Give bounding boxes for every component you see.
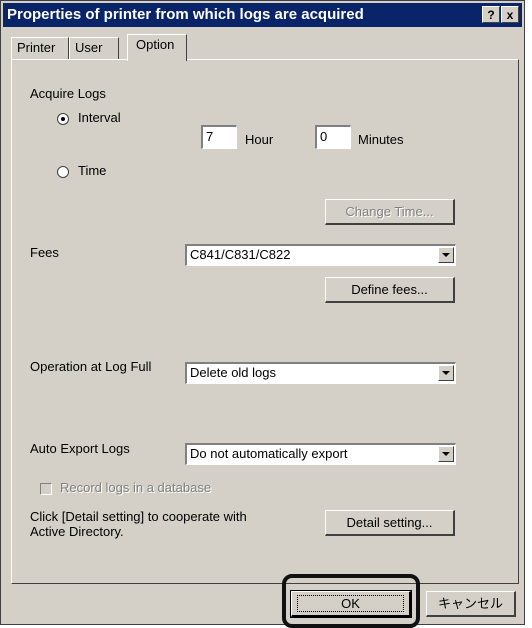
active-directory-line1: Click [Detail setting] to cooperate with [30, 509, 247, 524]
database-checkbox[interactable] [40, 483, 52, 495]
minutes-label: Minutes [358, 132, 404, 147]
close-icon: x [506, 8, 514, 22]
detail-setting-button[interactable]: Detail setting... [325, 510, 455, 536]
active-directory-line2: Active Directory. [30, 524, 124, 539]
tab-user[interactable]: User [69, 37, 119, 59]
hour-input[interactable]: 7 [201, 125, 237, 149]
window-title: Properties of printer from which logs ar… [7, 6, 364, 23]
tab-option-label: Option [136, 37, 175, 52]
title-bar[interactable]: Properties of printer from which logs ar… [3, 3, 522, 27]
interval-radio[interactable] [57, 113, 69, 125]
database-label: Record logs in a database [60, 480, 212, 495]
auto-export-label: Auto Export Logs [30, 441, 130, 456]
properties-dialog: Properties of printer from which logs ar… [0, 0, 525, 625]
tab-user-label: User [75, 40, 103, 55]
log-full-label: Operation at Log Full [30, 359, 152, 374]
time-label[interactable]: Time [78, 163, 106, 178]
tab-option[interactable]: Option [127, 34, 187, 61]
fees-select[interactable]: C841/C831/C822 [185, 244, 456, 266]
auto-export-selected-value: Do not automatically export [190, 446, 348, 461]
interval-label[interactable]: Interval [78, 110, 121, 125]
ok-highlight-frame [282, 574, 420, 628]
chevron-down-icon[interactable] [438, 365, 454, 381]
cancel-button[interactable]: キャンセル [426, 591, 516, 617]
fees-label: Fees [30, 245, 59, 260]
close-button[interactable]: x [501, 6, 519, 23]
hour-label: Hour [245, 132, 274, 147]
chevron-down-icon[interactable] [438, 446, 454, 462]
minutes-input[interactable]: 0 [315, 125, 351, 149]
acquire-logs-label: Acquire Logs [30, 86, 106, 101]
radio-selected-dot [61, 117, 65, 121]
define-fees-button[interactable]: Define fees... [325, 277, 455, 303]
time-radio[interactable] [57, 166, 69, 178]
fees-selected-value: C841/C831/C822 [190, 247, 291, 262]
change-time-button[interactable]: Change Time... [325, 199, 455, 225]
log-full-selected-value: Delete old logs [190, 365, 276, 380]
chevron-down-icon[interactable] [438, 247, 454, 263]
tab-printer[interactable]: Printer [11, 37, 69, 59]
option-panel: Acquire Logs Interval Time 7 Hour 0 Minu… [11, 59, 519, 584]
help-icon: ? [487, 8, 495, 22]
auto-export-select[interactable]: Do not automatically export [185, 443, 456, 465]
log-full-select[interactable]: Delete old logs [185, 362, 456, 384]
tab-printer-label: Printer [17, 40, 56, 55]
help-button[interactable]: ? [482, 6, 500, 23]
